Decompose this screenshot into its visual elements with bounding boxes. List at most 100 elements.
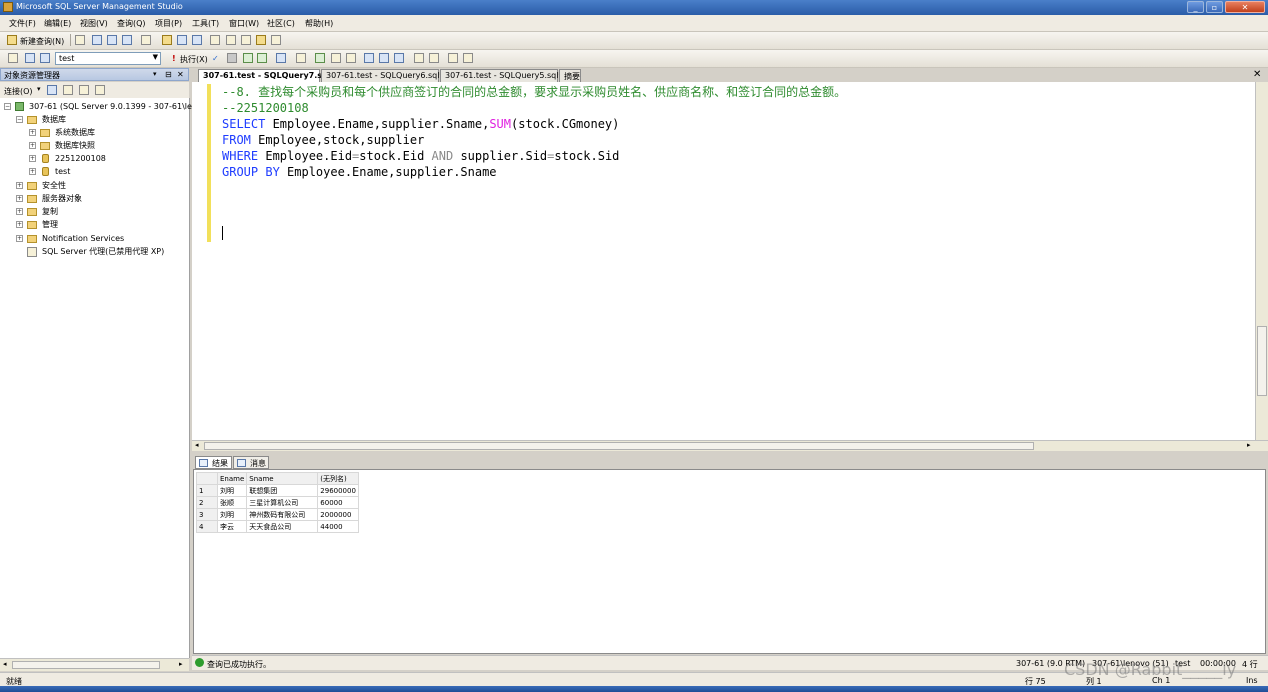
menu-window[interactable]: 窗口(W) <box>229 18 259 29</box>
increase-indent-icon[interactable] <box>463 53 473 63</box>
collapse-icon[interactable]: − <box>16 116 23 123</box>
column-header[interactable]: Ename <box>216 472 248 485</box>
sql-editor[interactable]: --8. 查找每个采购员和每个供应商签订的合同的总金额，要求显示采购员姓名、供应… <box>192 82 1268 440</box>
table-cell[interactable]: 2000000 <box>317 508 359 521</box>
menu-help[interactable]: 帮助(H) <box>305 18 333 29</box>
uncomment-icon[interactable] <box>429 53 439 63</box>
scroll-thumb[interactable] <box>12 661 160 669</box>
save-all-icon[interactable] <box>192 35 202 45</box>
parse-check-icon[interactable]: ✓ <box>212 54 219 63</box>
scroll-right-icon[interactable]: ▸ <box>1247 441 1251 449</box>
disconnect-explorer-icon[interactable] <box>63 85 73 95</box>
table-cell[interactable]: 李云 <box>216 520 248 533</box>
comment-icon[interactable] <box>414 53 424 63</box>
menu-community[interactable]: 社区(C) <box>267 18 295 29</box>
properties-icon[interactable] <box>256 35 266 45</box>
expand-icon[interactable]: + <box>29 168 36 175</box>
auto-hide-icon[interactable]: ⊟ <box>165 70 172 79</box>
template-explorer-icon[interactable] <box>241 35 251 45</box>
tab-messages[interactable]: 消息 <box>233 456 269 469</box>
cancel-query-icon[interactable] <box>227 53 237 63</box>
expand-icon[interactable]: + <box>16 208 23 215</box>
column-header[interactable]: (无列名) <box>317 472 359 485</box>
mdx-query-icon[interactable] <box>122 35 132 45</box>
connect-explorer-icon[interactable] <box>47 85 57 95</box>
table-cell[interactable]: 三星计算机公司 <box>246 496 319 509</box>
menu-query[interactable]: 查询(Q) <box>117 18 146 29</box>
expand-icon[interactable]: + <box>16 221 23 228</box>
decrease-indent-icon[interactable] <box>448 53 458 63</box>
client-stats-icon[interactable] <box>331 53 341 63</box>
column-header[interactable]: Sname <box>246 472 319 485</box>
editor-vertical-scrollbar[interactable] <box>1255 82 1268 440</box>
expand-icon[interactable]: + <box>16 195 23 202</box>
minimize-button[interactable]: _ <box>1187 1 1204 13</box>
scroll-right-icon[interactable]: ▸ <box>179 660 183 668</box>
menu-project[interactable]: 项目(P) <box>155 18 182 29</box>
table-cell[interactable]: 天天食品公司 <box>246 520 319 533</box>
table-cell[interactable]: 联想集团 <box>246 484 319 497</box>
query-designer-icon[interactable] <box>257 53 267 63</box>
table-row[interactable]: 2 张顺 三星计算机公司 60000 <box>196 496 359 509</box>
scroll-left-icon[interactable]: ◂ <box>3 660 7 668</box>
execute-button[interactable]: 执行(X) <box>180 54 208 65</box>
include-plan-icon[interactable] <box>315 53 325 63</box>
connect-dropdown-icon[interactable]: ▾ <box>37 85 41 93</box>
results-grid[interactable]: Ename Sname (无列名) 1 刘明 联想集团 29600000 2 张… <box>193 469 1266 654</box>
expand-icon[interactable]: + <box>29 142 36 149</box>
execute-icon[interactable]: ! <box>172 54 176 63</box>
object-explorer-icon[interactable] <box>226 35 236 45</box>
scroll-thumb[interactable] <box>204 442 1034 450</box>
table-row[interactable]: 3 刘明 神州数码有限公司 2000000 <box>196 508 359 521</box>
expand-icon[interactable]: + <box>29 155 36 162</box>
table-row[interactable]: 4 李云 天天食品公司 44000 <box>196 520 359 533</box>
xmla-query-icon[interactable] <box>141 35 151 45</box>
tab-sqlquery6[interactable]: 307-61.test - SQLQuery6.sql* <box>321 69 443 82</box>
scroll-thumb[interactable] <box>1257 326 1267 396</box>
connect-icon[interactable] <box>8 53 18 63</box>
tab-summary[interactable]: 摘要 <box>559 69 581 82</box>
stop-icon[interactable] <box>79 85 89 95</box>
menu-edit[interactable]: 编辑(E) <box>44 18 71 29</box>
db-engine-query-icon[interactable] <box>92 35 102 45</box>
maximize-button[interactable]: ▫ <box>1206 1 1223 13</box>
table-row[interactable]: 1 刘明 联想集团 29600000 <box>196 484 359 497</box>
scroll-left-icon[interactable]: ◂ <box>195 441 199 449</box>
open-file-icon[interactable] <box>162 35 172 45</box>
menu-tools[interactable]: 工具(T) <box>192 18 219 29</box>
close-button[interactable]: ✕ <box>1225 1 1265 13</box>
table-cell[interactable]: 29600000 <box>317 484 359 497</box>
code-text[interactable]: --8. 查找每个采购员和每个供应商签订的合同的总金额，要求显示采购员姓名、供应… <box>222 84 846 180</box>
results-file-icon[interactable] <box>379 53 389 63</box>
analysis-query-icon[interactable] <box>107 35 117 45</box>
expand-icon[interactable]: + <box>29 129 36 136</box>
database-select[interactable]: test ▼ <box>55 52 161 65</box>
results-window-icon[interactable] <box>394 53 404 63</box>
explorer-horizontal-scrollbar[interactable]: ◂ ▸ <box>0 658 189 671</box>
table-cell[interactable]: 60000 <box>317 496 359 509</box>
intellisense-icon[interactable] <box>296 53 306 63</box>
new-query-icon[interactable] <box>7 35 17 45</box>
collapse-icon[interactable]: − <box>4 103 11 110</box>
expand-icon[interactable]: + <box>16 182 23 189</box>
menu-file[interactable]: 文件(F) <box>9 18 36 29</box>
table-cell[interactable]: 44000 <box>317 520 359 533</box>
results-text-icon[interactable] <box>346 53 356 63</box>
new-file-icon[interactable] <box>75 35 85 45</box>
close-icon[interactable]: ✕ <box>177 70 184 79</box>
close-tab-icon[interactable]: ✕ <box>1253 69 1261 80</box>
change-connection-icon[interactable] <box>40 53 50 63</box>
display-plan-icon[interactable] <box>243 53 253 63</box>
expand-icon[interactable]: + <box>16 235 23 242</box>
registered-servers-icon[interactable] <box>210 35 220 45</box>
tab-sqlquery7[interactable]: 307-61.test - SQLQuery7.sql* <box>198 69 335 82</box>
tab-sqlquery5[interactable]: 307-61.test - SQLQuery5.sql* <box>440 69 562 82</box>
disconnect-icon[interactable] <box>25 53 35 63</box>
table-cell[interactable]: 刘明 <box>216 508 248 521</box>
save-icon[interactable] <box>177 35 187 45</box>
table-cell[interactable]: 刘明 <box>216 484 248 497</box>
pin-dropdown-icon[interactable]: ▾ <box>153 70 157 78</box>
connect-dropdown[interactable]: 连接(O) <box>4 86 33 97</box>
menu-view[interactable]: 视图(V) <box>80 18 108 29</box>
filter-icon[interactable] <box>95 85 105 95</box>
